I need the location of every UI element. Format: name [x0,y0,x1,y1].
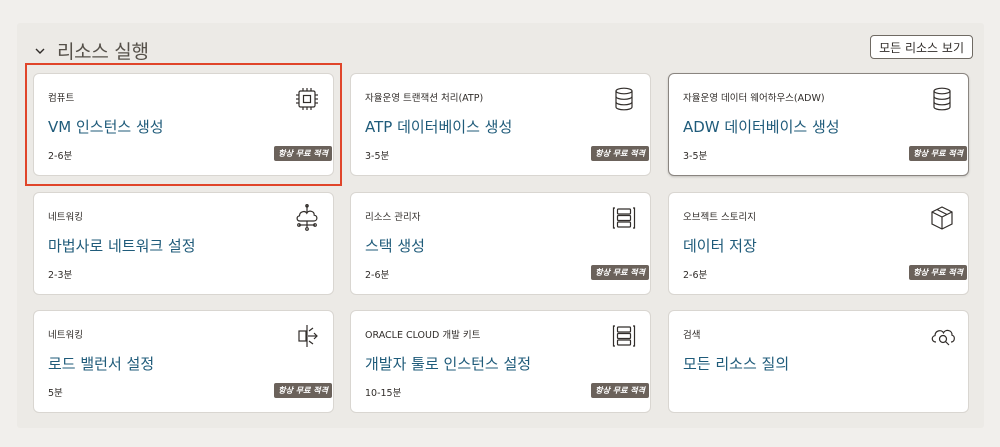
card-title: 스택 생성 [365,237,425,255]
card-category: 검색 [683,330,701,341]
card-duration: 2-6분 [683,270,708,281]
always-free-badge: 항상 무료 적격 [591,146,649,161]
card-category: 자율운영 데이터 웨어하우스(ADW) [683,93,825,104]
cloud-search-icon [928,322,956,350]
always-free-badge: 항상 무료 적격 [274,146,332,161]
card-create-stack[interactable]: 리소스 관리자 스택 생성 2-6분 항상 무료 적격 [350,192,651,295]
chevron-down-icon [35,48,45,54]
view-all-resources-button[interactable]: 모든 리소스 보기 [870,35,973,59]
card-category: ORACLE CLOUD 개발 키트 [365,330,481,341]
card-category: 리소스 관리자 [365,212,421,223]
card-category: 네트워킹 [48,330,83,341]
card-title: 마법사로 네트워크 설정 [48,237,196,255]
card-category: 컴퓨트 [48,93,75,104]
card-network-wizard[interactable]: 네트워킹 마법사로 네트워크 설정 2-3분 [33,192,334,295]
card-title: ATP 데이터베이스 생성 [365,118,513,136]
always-free-badge: 항상 무료 적격 [591,383,649,398]
section-collapse-toggle[interactable]: 리소스 실행 [33,37,149,64]
card-category: 네트워킹 [48,212,83,223]
load-balancer-icon [293,322,321,350]
card-duration: 10-15분 [365,388,402,399]
database-icon [928,85,956,113]
card-title: 모든 리소스 질의 [683,355,790,373]
card-duration: 5분 [48,388,63,399]
box-icon [928,204,956,232]
card-store-data[interactable]: 오브젝트 스토리지 데이터 저장 2-6분 항상 무료 적격 [668,192,969,295]
always-free-badge: 항상 무료 적격 [909,146,967,161]
card-title: 로드 밸런서 설정 [48,355,155,373]
card-query-all-resources[interactable]: 검색 모든 리소스 질의 [668,310,969,413]
card-title: ADW 데이터베이스 생성 [683,118,840,136]
card-duration: 3-5분 [365,151,390,162]
cloud-network-icon [293,204,321,232]
card-create-vm-instance[interactable]: 컴퓨트 VM 인스턴스 생성 2-6분 항상 무료 적격 [33,73,334,176]
card-title: VM 인스턴스 생성 [48,118,164,136]
always-free-badge: 항상 무료 적격 [909,265,967,280]
card-duration: 2-6분 [365,270,390,281]
card-create-atp-database[interactable]: 자율운영 트랜잭션 처리(ATP) ATP 데이터베이스 생성 3-5분 항상 … [350,73,651,176]
card-category: 오브젝트 스토리지 [683,212,756,223]
always-free-badge: 항상 무료 적격 [591,265,649,280]
card-duration: 2-3분 [48,270,73,281]
stack-icon [610,204,638,232]
card-create-adw-database[interactable]: 자율운영 데이터 웨어하우스(ADW) ADW 데이터베이스 생성 3-5분 항… [668,73,969,176]
card-category: 자율운영 트랜잭션 처리(ATP) [365,93,484,104]
chip-icon [293,85,321,113]
card-load-balancer[interactable]: 네트워킹 로드 밸런서 설정 5분 항상 무료 적격 [33,310,334,413]
stack-icon [610,322,638,350]
always-free-badge: 항상 무료 적격 [274,383,332,398]
card-duration: 3-5분 [683,151,708,162]
database-icon [610,85,638,113]
section-header: 리소스 실행 모든 리소스 보기 [33,33,973,64]
card-developer-tools-instance[interactable]: ORACLE CLOUD 개발 키트 개발자 툴로 인스턴스 설정 10-15분… [350,310,651,413]
card-title: 데이터 저장 [683,237,757,255]
card-duration: 2-6분 [48,151,73,162]
card-title: 개발자 툴로 인스턴스 설정 [365,355,532,373]
section-title: 리소스 실행 [57,41,149,63]
